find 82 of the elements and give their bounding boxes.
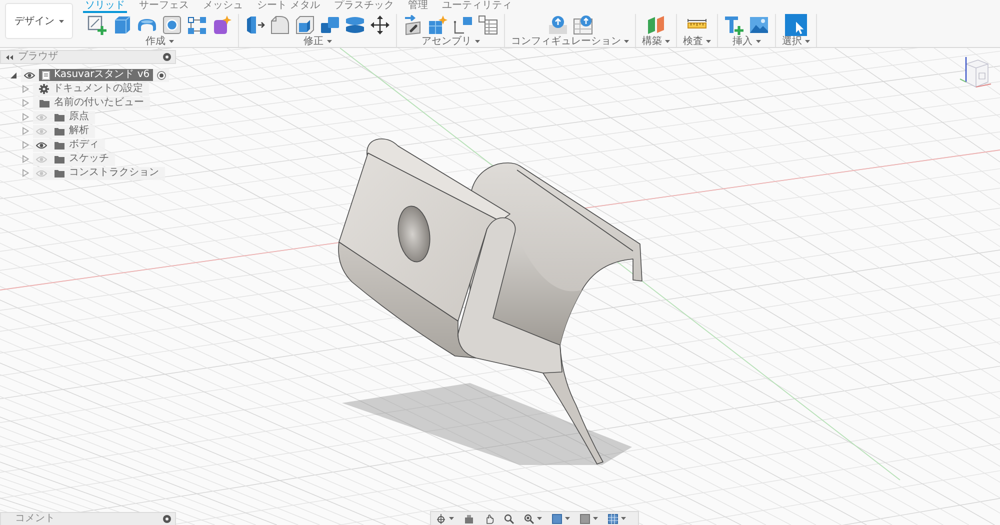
circle-in-square-icon[interactable] [162,15,182,35]
caret-icon[interactable] [449,517,454,520]
dropdown-button[interactable]: 構築 [642,36,670,47]
dropdown-button[interactable]: アセンブリ [422,36,480,47]
overlapping-squares-icon[interactable] [320,15,340,35]
caret-icon [805,40,810,43]
caret-icon[interactable] [621,517,626,520]
folder-icon [54,168,65,178]
arrow-circle-icon[interactable] [548,15,568,35]
caret-icon[interactable] [537,517,542,520]
radio-button[interactable] [156,70,166,80]
eye-icon[interactable] [24,72,35,78]
folder-icon [54,140,65,150]
corner-square-icon[interactable] [453,15,473,35]
tree-item[interactable]: スケッチ [51,153,112,165]
workspace-button[interactable]: デザイン [5,3,73,39]
tab[interactable]: 管理 [406,0,430,13]
tab[interactable]: シート メタル [255,0,322,13]
stacked-slabs-icon[interactable] [345,15,365,35]
caret-icon [168,40,174,43]
tab[interactable]: ユーティリティ [440,0,514,13]
planes-icon[interactable] [646,15,666,35]
dropdown-button[interactable]: 選択 [782,36,810,47]
dropdown-button[interactable]: 作成 [146,36,174,47]
caret-icon [756,40,760,43]
dropdown-button[interactable]: 修正 [304,36,332,47]
box-icon[interactable] [112,15,132,35]
panel-arrow-icon[interactable] [403,15,423,35]
caret-icon [474,40,480,43]
tree-item[interactable]: ドキュメントの設定 [36,83,146,95]
dropdown-button[interactable]: 挿入 [732,36,760,47]
image-icon[interactable] [749,15,769,35]
crosshair-icon[interactable] [436,514,446,524]
folder-icon [54,154,65,164]
letter-plus-icon[interactable] [724,15,744,35]
square-icon[interactable] [552,514,562,524]
ring-icon[interactable] [163,515,171,523]
cursor-icon[interactable] [785,14,807,36]
caret-icon [58,20,64,22]
magnifier-box-icon[interactable] [524,514,534,524]
block-arrow-icon[interactable] [245,15,265,35]
tree-item[interactable]: 原点 [51,111,92,123]
triangle-icon[interactable] [10,72,17,78]
tab[interactable]: メッシュ [201,0,245,13]
dropdown-button[interactable]: コンフィギュレーション [511,36,629,47]
dropdown-button[interactable]: 検査 [683,36,711,47]
eye-icon[interactable] [36,142,47,148]
hand-icon[interactable] [484,514,494,524]
caret-icon[interactable] [593,517,598,520]
tree-item[interactable]: Kasuvarスタンド v6 [39,69,153,81]
caret-icon [706,40,711,43]
caret-icon [624,40,629,43]
square-star-icon[interactable] [428,15,448,35]
tree-item[interactable]: ボディ [51,139,102,151]
folder-icon [54,126,65,136]
linked-squares-icon[interactable] [187,15,207,35]
magnifier-icon[interactable] [504,514,514,524]
rounded-square-star-icon[interactable] [212,15,232,35]
square-plus-icon[interactable] [87,15,107,35]
caret-icon [665,40,670,43]
grid-icon[interactable] [608,514,618,524]
folder-icon [39,98,50,108]
caret-icon [326,40,332,43]
tab[interactable]: サーフェス [137,0,191,13]
tree-item[interactable]: 解析 [51,125,92,137]
ring-icon[interactable] [163,53,171,61]
folder-icon [54,112,65,122]
table-arrow-circle-icon[interactable] [572,15,592,35]
square-icon[interactable] [580,514,590,524]
double-caret-icon[interactable] [6,54,13,60]
panel-title: コメント [15,513,56,525]
table-icon[interactable] [478,15,498,35]
caret-icon[interactable] [565,517,570,520]
rounded-block-icon[interactable] [270,15,290,35]
tree-item[interactable]: 名前の付いたビュー [36,97,147,109]
document-icon [42,70,50,80]
tree-item[interactable]: コンストラクション [51,167,162,179]
tab[interactable]: ソリッド [83,0,127,13]
four-arrows-icon[interactable] [370,15,390,35]
box-icon[interactable] [464,514,474,524]
hollow-box-icon[interactable] [295,15,315,35]
panel-title: ブラウザ [18,51,59,63]
